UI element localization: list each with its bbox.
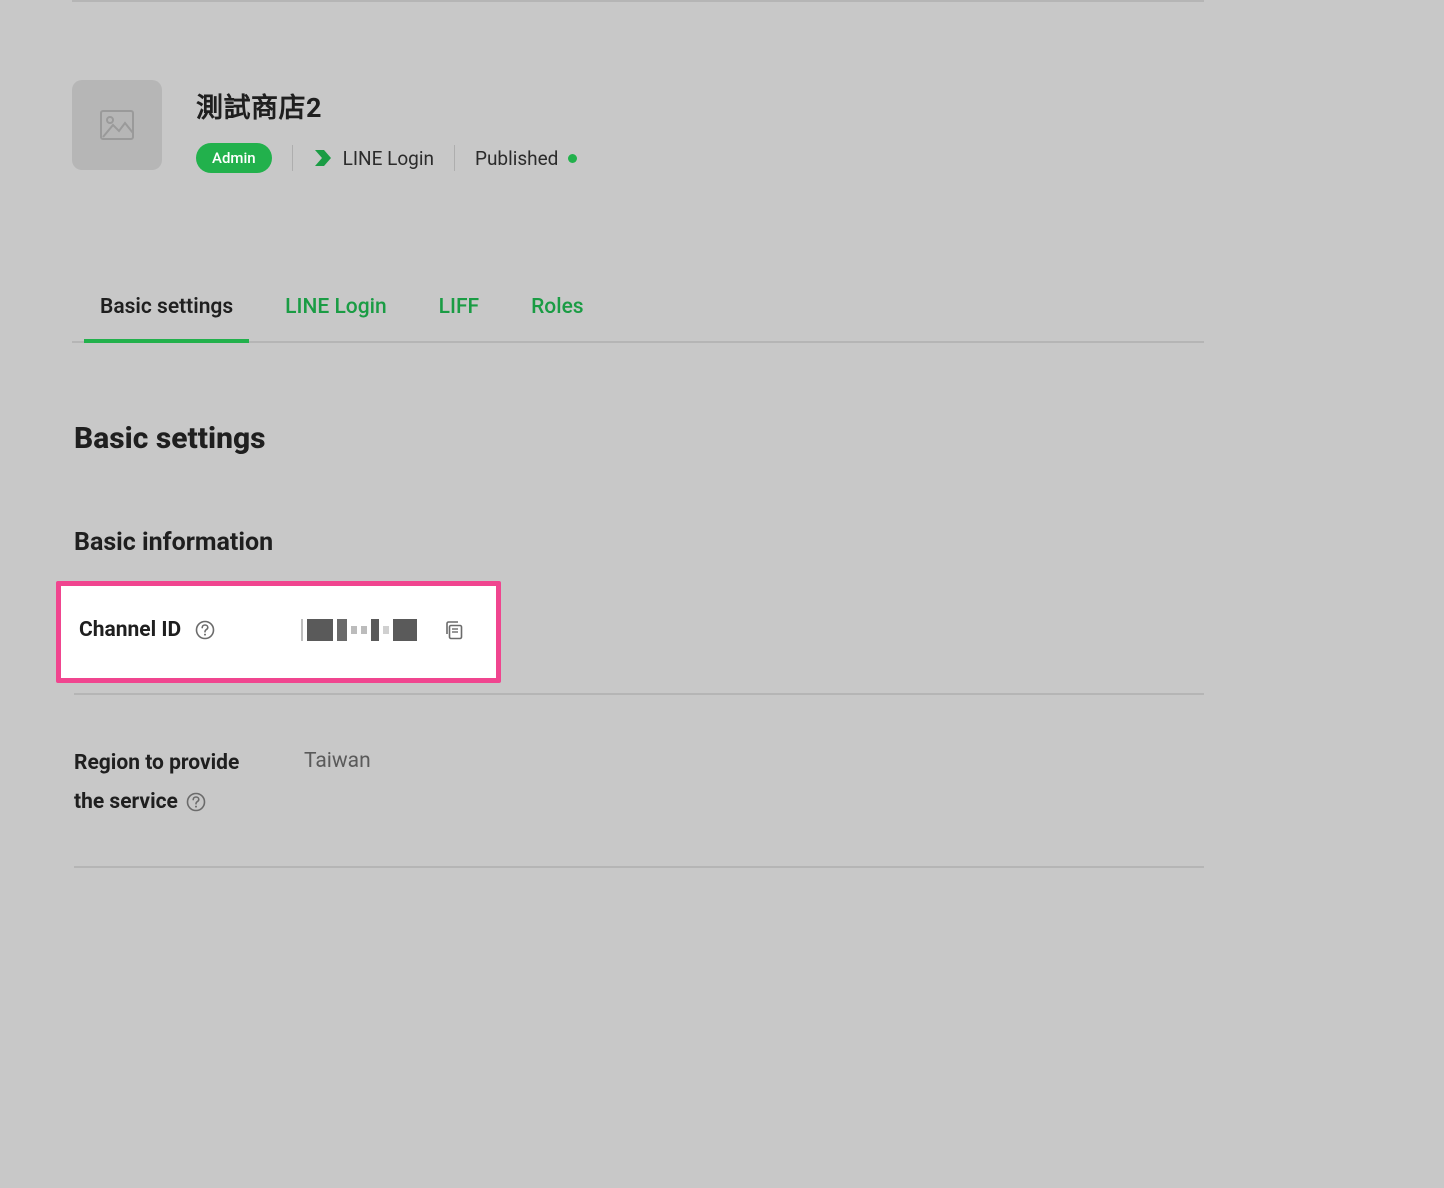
meta-divider bbox=[454, 145, 455, 171]
channel-type-label: LINE Login bbox=[343, 147, 434, 170]
channel-header: 測試商店2 Admin LINE Login Published bbox=[12, 2, 1204, 173]
region-label-line2: the service bbox=[74, 786, 178, 819]
copy-button[interactable] bbox=[443, 619, 465, 641]
channel-id-label: Channel ID bbox=[79, 618, 181, 642]
help-icon[interactable] bbox=[195, 620, 215, 640]
meta-divider bbox=[292, 145, 293, 171]
region-label-line1: Region to provide bbox=[74, 747, 239, 780]
status-label: Published bbox=[475, 147, 558, 170]
region-value: Taiwan bbox=[304, 747, 371, 773]
region-row: Region to provide the service Taiwan bbox=[12, 695, 1204, 818]
tab-liff[interactable]: LIFF bbox=[435, 291, 483, 341]
tab-basic-settings[interactable]: Basic settings bbox=[96, 291, 237, 341]
help-icon[interactable] bbox=[186, 792, 206, 812]
channel-type: LINE Login bbox=[313, 147, 434, 170]
channel-title: 測試商店2 bbox=[196, 86, 577, 125]
status-dot-icon bbox=[568, 154, 577, 163]
image-placeholder-icon bbox=[100, 110, 134, 140]
tab-line-login[interactable]: LINE Login bbox=[281, 291, 390, 341]
tab-roles[interactable]: Roles bbox=[527, 291, 588, 341]
region-label: Region to provide the service bbox=[74, 747, 260, 818]
section-heading-basic-settings: Basic settings bbox=[12, 343, 1204, 456]
tab-bar: Basic settings LINE Login LIFF Roles bbox=[72, 173, 1204, 343]
channel-id-row: Channel ID bbox=[56, 581, 501, 683]
channel-id-value-redacted bbox=[301, 619, 417, 641]
row-divider bbox=[74, 866, 1204, 868]
channel-status: Published bbox=[475, 147, 577, 170]
login-arrow-icon bbox=[313, 148, 333, 168]
channel-thumbnail-placeholder bbox=[72, 80, 162, 170]
subsection-heading-basic-information: Basic information bbox=[12, 456, 1204, 557]
admin-badge: Admin bbox=[196, 143, 272, 173]
